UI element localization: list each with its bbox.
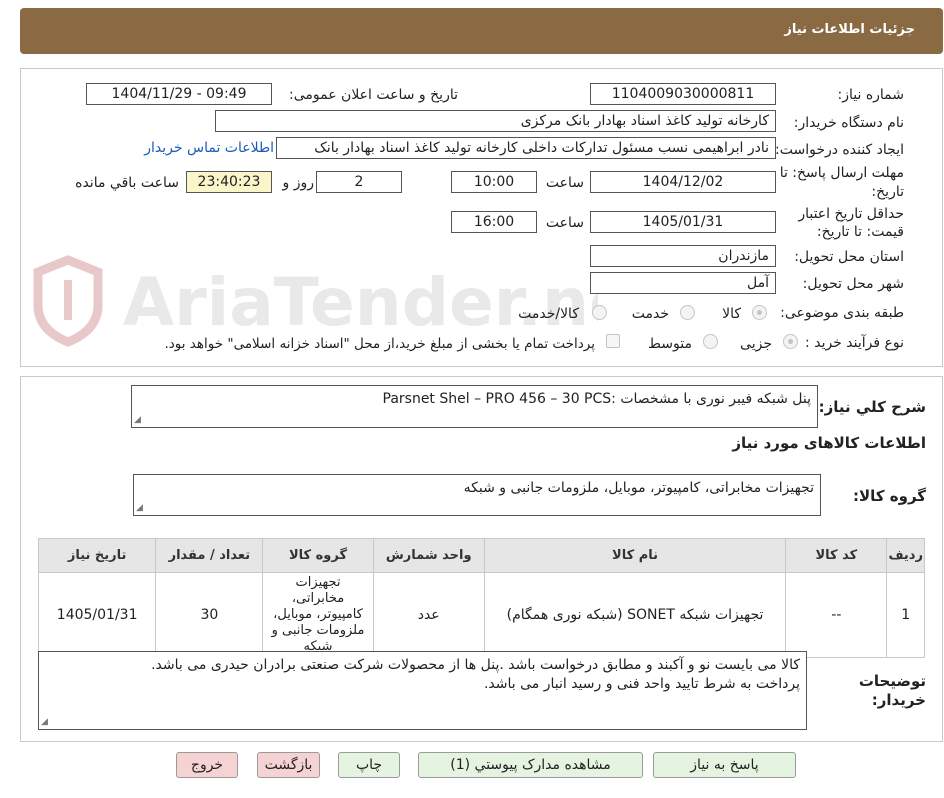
goods-code-cell: -- <box>785 572 888 658</box>
deadline-label-line1: مهلت ارسال پاسخ: تا <box>779 165 904 181</box>
back-button[interactable]: بازگشت <box>257 752 320 778</box>
print-button[interactable]: چاپ <box>338 752 400 778</box>
goods-group-cell: تجهیزات مخابراتی، کامپیوتر، موبایل، ملزو… <box>262 572 374 658</box>
remaining-time-field: 23:40:23 <box>186 171 272 193</box>
resize-grip-icon[interactable]: ◢ <box>41 718 48 727</box>
creator-label: ایجاد کننده درخواست: <box>775 142 904 158</box>
unit-cell: عدد <box>372 572 485 658</box>
resize-grip-icon[interactable]: ◢ <box>136 504 143 513</box>
category-goods-service-label: کالا/خدمت <box>518 306 579 322</box>
remaining-days-field: 2 <box>316 171 402 193</box>
description-label: شرح کلي نیاز: <box>818 398 926 416</box>
buyer-notes-line1: کالا می بایست نو و آکبند و مطابق درخواست… <box>151 657 800 673</box>
process-type-label: نوع فرآیند خرید : <box>805 335 904 351</box>
need-date-cell: 1405/01/31 <box>37 572 157 658</box>
process-minor-radio[interactable] <box>783 334 798 349</box>
description-text: پنل شبکه فیبر نوری با مشخصات :Parsnet Sh… <box>382 391 812 407</box>
process-medium-radio[interactable] <box>703 334 718 349</box>
goods-group-label: گروه کالا: <box>853 487 926 505</box>
buyer-org-label: نام دستگاه خریدار: <box>793 115 904 131</box>
buyer-notes-label-line1: توضیحات <box>858 672 926 690</box>
category-service-radio[interactable] <box>680 305 695 320</box>
province-label: استان محل تحویل: <box>794 249 904 265</box>
category-label: طبقه بندی موضوعی: <box>780 305 904 321</box>
buyer-contact-link[interactable]: اطلاعات تماس خریدار <box>144 140 274 156</box>
column-header: ردیف <box>886 538 925 573</box>
buyer-notes-textarea[interactable]: کالا می بایست نو و آکبند و مطابق درخواست… <box>38 651 807 730</box>
view-attachments-button[interactable]: مشاهده مدارک پیوستي (1) <box>418 752 643 778</box>
column-header: نام کالا <box>483 538 787 573</box>
goods-name-cell: تجهیزات شبکه SONET (شبکه نوری همگام) <box>483 572 787 658</box>
province-field: مازندران <box>590 245 776 267</box>
deadline-date-field: 1404/12/02 <box>590 171 776 193</box>
page-title: جزئیات اطلاعات نیاز <box>784 22 915 37</box>
column-header: تاریخ نیاز <box>37 538 157 573</box>
column-header: کد کالا <box>785 538 888 573</box>
process-minor-label: جزیی <box>740 336 772 352</box>
column-header: تعداد / مقدار <box>155 538 264 573</box>
goods-group-textarea[interactable]: تجهیزات مخابراتی، کامپیوتر، موبایل، ملزو… <box>133 474 821 516</box>
announce-date-label: تاریخ و ساعت اعلان عمومی: <box>289 87 458 103</box>
buyer-notes-line2: پرداخت به شرط تایید واحد فنی و رسید انبا… <box>483 676 800 692</box>
need-number-field: 1104009030000811 <box>590 83 776 105</box>
days-label: روز و <box>282 175 315 191</box>
category-goods-label: کالا <box>722 306 741 322</box>
validity-label-line1: حداقل تاریخ اعتبار <box>798 206 904 222</box>
buyer-org-field: کارخانه تولید کاغذ اسناد بهادار بانک مرک… <box>215 110 776 132</box>
city-field: آمل <box>590 272 776 294</box>
treasury-payment-checkbox[interactable] <box>606 334 620 348</box>
quantity-cell: 30 <box>155 572 264 658</box>
city-label: شهر محل تحویل: <box>802 276 904 292</box>
deadline-time-label: ساعت <box>545 175 584 191</box>
resize-grip-icon[interactable]: ◢ <box>134 416 141 425</box>
category-service-label: خدمت <box>631 306 669 322</box>
row-number-cell: 1 <box>886 572 925 658</box>
column-header: واحد شمارش <box>372 538 485 573</box>
exit-button[interactable]: خروج <box>176 752 238 778</box>
deadline-time-field: 10:00 <box>451 171 537 193</box>
goods-table: ردیف کد کالا نام کالا واحد شمارش گروه کا… <box>37 538 925 658</box>
validity-time-label: ساعت <box>545 215 584 231</box>
reply-to-need-button[interactable]: پاسخ به نیاز <box>653 752 796 778</box>
validity-label-line2: قیمت: تا تاریخ: <box>816 224 904 240</box>
deadline-label-line2: تاریخ: <box>871 184 904 200</box>
description-textarea[interactable]: پنل شبکه فیبر نوری با مشخصات :Parsnet Sh… <box>131 385 818 428</box>
need-number-label: شماره نیاز: <box>837 87 905 103</box>
table-row: 1 -- تجهیزات شبکه SONET (شبکه نوری همگام… <box>37 572 925 658</box>
buyer-notes-label-line2: خریدار: <box>871 691 926 709</box>
column-header: گروه کالا <box>262 538 374 573</box>
creator-field: نادر ابراهیمی نسب مسئول تدارکات داخلی کا… <box>276 137 776 159</box>
remaining-label: ساعت باقي مانده <box>75 175 179 191</box>
table-header-row: ردیف کد کالا نام کالا واحد شمارش گروه کا… <box>37 538 925 573</box>
process-medium-label: متوسط <box>648 336 692 352</box>
category-goods-radio[interactable] <box>752 305 767 320</box>
goods-group-text: تجهیزات مخابراتی، کامپیوتر، موبایل، ملزو… <box>463 480 814 496</box>
treasury-payment-note: پرداخت تمام یا بخشی از مبلغ خرید،از محل … <box>164 336 595 352</box>
validity-time-field: 16:00 <box>451 211 537 233</box>
announce-date-field: 1404/11/29 - 09:49 <box>86 83 272 105</box>
goods-info-title: اطلاعات کالاهای مورد نیاز <box>732 434 926 452</box>
category-goods-service-radio[interactable] <box>592 305 607 320</box>
validity-date-field: 1405/01/31 <box>590 211 776 233</box>
page-header: جزئیات اطلاعات نیاز <box>20 8 943 54</box>
